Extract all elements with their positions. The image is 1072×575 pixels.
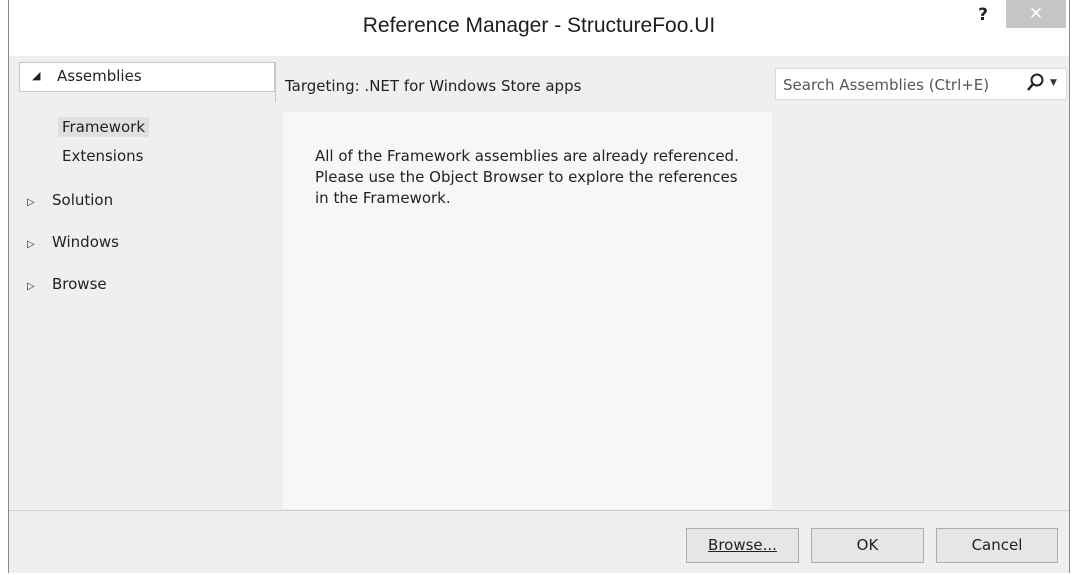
browse-button[interactable]: Browse... [686,528,799,563]
sidebar: ◢ Assemblies Framework Extensions ▷ Solut… [19,62,275,510]
targeting-label: Targeting: .NET for Windows Store apps [285,77,582,95]
search-placeholder: Search Assemblies (Ctrl+E) [783,76,990,94]
close-button[interactable]: ✕ [1006,0,1066,28]
sidebar-item-label: Assemblies [57,67,142,85]
ok-button[interactable]: OK [811,528,924,563]
cancel-button[interactable]: Cancel [936,528,1058,563]
sidebar-item-solution[interactable]: ▷ Solution [13,191,113,209]
chevron-down-icon[interactable]: ▼ [1050,78,1057,88]
sidebar-item-windows[interactable]: ▷ Windows [13,233,119,251]
reference-manager-dialog: Reference Manager - StructureFoo.UI ? ✕ … [8,0,1070,573]
sidebar-item-framework[interactable]: Framework [58,117,150,137]
title-bar: Reference Manager - StructureFoo.UI ? ✕ [9,0,1069,56]
empty-state-message: All of the Framework assemblies are alre… [315,147,739,207]
search-input[interactable]: Search Assemblies (Ctrl+E) ▼ [775,68,1067,100]
help-button[interactable]: ? [969,2,997,28]
collapsed-arrow-icon: ▷ [27,197,35,208]
dialog-title: Reference Manager - StructureFoo.UI [362,14,716,37]
sidebar-item-browse[interactable]: ▷ Browse [13,275,107,293]
targeting-header: Targeting: .NET for Windows Store apps [275,62,770,102]
expanded-arrow-icon: ◢ [32,69,41,82]
sidebar-item-label: Solution [52,191,114,209]
assemblies-list-panel: All of the Framework assemblies are alre… [283,112,772,509]
collapsed-arrow-icon: ▷ [27,239,35,250]
sidebar-item-assemblies[interactable]: ◢ Assemblies [19,62,275,92]
sidebar-item-extensions[interactable]: Extensions [62,147,143,165]
collapsed-arrow-icon: ▷ [27,281,35,292]
sidebar-item-label: Browse [52,275,107,293]
dialog-footer: Browse... OK Cancel [9,510,1069,573]
search-icon[interactable] [1026,72,1046,94]
sidebar-item-label: Windows [52,233,119,251]
